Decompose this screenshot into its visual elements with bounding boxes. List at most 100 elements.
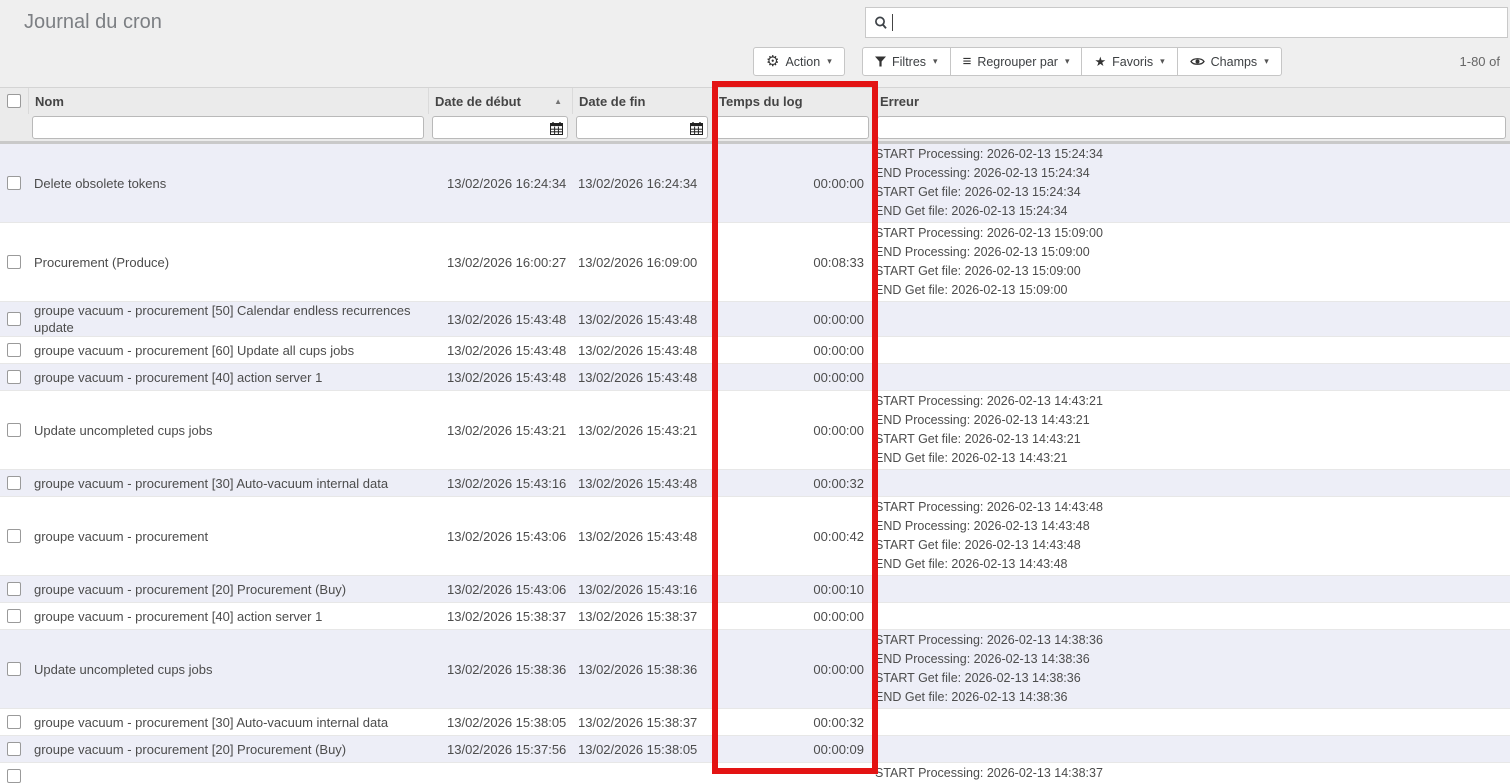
group-by-button[interactable]: ≡ Regrouper par ▾: [951, 47, 1083, 76]
row-checkbox[interactable]: [7, 529, 21, 543]
table-row[interactable]: groupe vacuum - procurement [30] Auto-va…: [0, 709, 1510, 736]
table-row[interactable]: groupe vacuum - procurement [40] action …: [0, 364, 1510, 391]
row-checkbox[interactable]: [7, 176, 21, 190]
cron-name: groupe vacuum - procurement: [28, 497, 428, 575]
cron-name: groupe vacuum - procurement [50] Calenda…: [28, 302, 428, 336]
date-debut-value: 13/02/2026 15:43:48: [428, 364, 572, 390]
erreur-filter-input[interactable]: [877, 116, 1506, 139]
date-fin-value: 13/02/2026 16:09:00: [572, 223, 712, 301]
erreur-log: [873, 603, 1510, 629]
row-checkbox-cell: [0, 603, 28, 629]
table-row[interactable]: Delete obsolete tokens 13/02/2026 16:24:…: [0, 144, 1510, 223]
erreur-log: [873, 709, 1510, 735]
erreur-log-line: END Processing: 2026-02-13 15:24:34: [875, 164, 1506, 183]
cron-name: groupe vacuum - procurement [20] Procure…: [28, 736, 428, 762]
row-checkbox[interactable]: [7, 582, 21, 596]
row-checkbox-cell: [0, 736, 28, 762]
date-debut-value: 13/02/2026 15:43:16: [428, 470, 572, 496]
row-checkbox[interactable]: [7, 609, 21, 623]
row-checkbox-cell: [0, 391, 28, 469]
temps-du-log-value: 00:00:00: [712, 337, 873, 363]
table-row[interactable]: Procurement (Produce) 13/02/2026 16:00:2…: [0, 223, 1510, 302]
search-input[interactable]: [893, 8, 1507, 37]
sort-asc-icon: ▲: [554, 97, 566, 106]
search-options-group: Filtres ▾ ≡ Regrouper par ▾ ★ Favoris ▾ …: [862, 47, 1282, 76]
row-checkbox[interactable]: [7, 370, 21, 384]
erreur-log-line: END Processing: 2026-02-13 14:38:36: [875, 650, 1506, 669]
filter-cell-erreur: [873, 114, 1510, 141]
date-fin-value: 13/02/2026 15:43:48: [572, 364, 712, 390]
erreur-log-line: START Get file: 2026-02-13 15:24:34: [875, 183, 1506, 202]
date-debut-filter-input[interactable]: [432, 116, 568, 139]
row-checkbox[interactable]: [7, 476, 21, 490]
row-checkbox[interactable]: [7, 255, 21, 269]
date-debut-value: 13/02/2026 15:37:56: [428, 736, 572, 762]
temps-du-log-value: 00:08:33: [712, 223, 873, 301]
row-checkbox[interactable]: [7, 715, 21, 729]
filters-button-label: Filtres: [892, 55, 926, 69]
row-checkbox[interactable]: [7, 662, 21, 676]
row-checkbox[interactable]: [7, 769, 21, 783]
filters-button[interactable]: Filtres ▾: [862, 47, 951, 76]
date-debut-value: [428, 763, 572, 783]
erreur-log-line: END Processing: 2026-02-13 15:09:00: [875, 243, 1506, 262]
date-fin-value: 13/02/2026 15:38:37: [572, 603, 712, 629]
row-checkbox-cell: [0, 709, 28, 735]
cron-name: Update uncompleted cups jobs: [28, 630, 428, 708]
table-row[interactable]: groupe vacuum - procurement [60] Update …: [0, 337, 1510, 364]
date-debut-value: 13/02/2026 15:43:48: [428, 302, 572, 336]
cron-name: Procurement (Produce): [28, 223, 428, 301]
column-header-label: Nom: [35, 94, 64, 109]
cron-name: [28, 763, 428, 783]
column-header-date-fin[interactable]: Date de fin: [572, 88, 712, 114]
temps-du-log-value: 00:00:10: [712, 576, 873, 602]
erreur-log: START Processing: 2026-02-13 14:43:21END…: [873, 391, 1510, 469]
row-checkbox[interactable]: [7, 423, 21, 437]
cron-name: groupe vacuum - procurement [30] Auto-va…: [28, 470, 428, 496]
erreur-log: [873, 364, 1510, 390]
erreur-log: START Processing: 2026-02-13 15:09:00END…: [873, 223, 1510, 301]
table-row[interactable]: groupe vacuum - procurement [40] action …: [0, 603, 1510, 630]
table-row[interactable]: groupe vacuum - procurement [30] Auto-va…: [0, 470, 1510, 497]
date-debut-value: 13/02/2026 15:43:06: [428, 497, 572, 575]
temps-du-log-value: 00:00:00: [712, 603, 873, 629]
filter-cell-nom: [28, 114, 428, 141]
row-checkbox-cell: [0, 630, 28, 708]
column-header-erreur[interactable]: Erreur: [873, 88, 1510, 114]
filter-icon: [875, 56, 886, 67]
favorites-button[interactable]: ★ Favoris ▾: [1082, 47, 1177, 76]
row-checkbox[interactable]: [7, 343, 21, 357]
nom-filter-input[interactable]: [32, 116, 424, 139]
group-by-button-label: Regrouper par: [977, 55, 1058, 69]
table-row[interactable]: groupe vacuum - procurement 13/02/2026 1…: [0, 497, 1510, 576]
temps-du-log-value: 00:00:00: [712, 364, 873, 390]
row-checkbox[interactable]: [7, 742, 21, 756]
erreur-log-line: START Processing: 2026-02-13 14:38:36: [875, 631, 1506, 650]
erreur-log-line: END Get file: 2026-02-13 14:38:36: [875, 688, 1506, 707]
column-header-label: Date de début: [435, 94, 521, 109]
table-row[interactable]: groupe vacuum - procurement [20] Procure…: [0, 576, 1510, 603]
date-fin-filter-input[interactable]: [576, 116, 708, 139]
erreur-log: START Processing: 2026-02-13 14:38:36END…: [873, 630, 1510, 708]
table-row[interactable]: START Processing: 2026-02-13 14:38:37: [0, 763, 1510, 783]
row-checkbox[interactable]: [7, 312, 21, 326]
cron-log-table: Nom Date de début ▲ Date de fin Temps du…: [0, 88, 1510, 783]
temps-du-log-value: 00:00:32: [712, 709, 873, 735]
table-row[interactable]: Update uncompleted cups jobs 13/02/2026 …: [0, 391, 1510, 470]
column-header-nom[interactable]: Nom: [28, 88, 428, 114]
action-button[interactable]: ⚙ Action ▾: [753, 47, 845, 76]
chevron-down-icon: ▾: [827, 56, 832, 67]
table-row[interactable]: groupe vacuum - procurement [50] Calenda…: [0, 302, 1510, 337]
column-header-date-debut[interactable]: Date de début ▲: [428, 88, 572, 114]
fields-button[interactable]: Champs ▾: [1178, 47, 1282, 76]
temps-filter-input[interactable]: [716, 116, 869, 139]
date-fin-value: 13/02/2026 15:43:48: [572, 302, 712, 336]
row-checkbox-cell: [0, 302, 28, 336]
table-row[interactable]: groupe vacuum - procurement [20] Procure…: [0, 736, 1510, 763]
table-row[interactable]: Update uncompleted cups jobs 13/02/2026 …: [0, 630, 1510, 709]
date-debut-value: 13/02/2026 16:24:34: [428, 144, 572, 222]
date-fin-value: 13/02/2026 15:43:21: [572, 391, 712, 469]
search-box[interactable]: [865, 7, 1508, 38]
select-all-checkbox[interactable]: [7, 94, 21, 108]
column-header-temps[interactable]: Temps du log: [712, 88, 873, 114]
